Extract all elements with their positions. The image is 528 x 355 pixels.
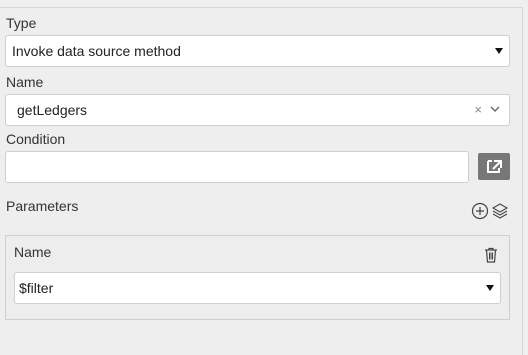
add-circle-icon[interactable] [471, 202, 489, 220]
chevron-down-icon[interactable] [489, 103, 501, 115]
condition-label: Condition [6, 131, 66, 147]
trash-icon[interactable] [484, 247, 498, 263]
clear-icon[interactable]: × [474, 95, 482, 125]
type-value: Invoke data source method [12, 43, 181, 59]
layers-icon[interactable] [491, 202, 509, 220]
condition-input[interactable] [5, 151, 469, 183]
name-combobox[interactable]: getLedgers × [5, 94, 510, 126]
parameter-value-select[interactable]: $filter [14, 272, 501, 304]
parameters-label: Parameters [6, 198, 79, 214]
parameter-item: Name $filter [5, 235, 510, 320]
external-edit-button[interactable] [478, 153, 510, 180]
type-label: Type [6, 15, 37, 31]
caret-down-icon [495, 48, 503, 54]
caret-down-icon [486, 285, 494, 291]
type-select[interactable]: Invoke data source method [5, 35, 510, 67]
external-link-icon [487, 160, 502, 173]
name-label: Name [6, 74, 44, 90]
parameter-name-label: Name [14, 244, 52, 260]
parameter-value: $filter [19, 280, 54, 296]
name-value: getLedgers [17, 102, 88, 118]
